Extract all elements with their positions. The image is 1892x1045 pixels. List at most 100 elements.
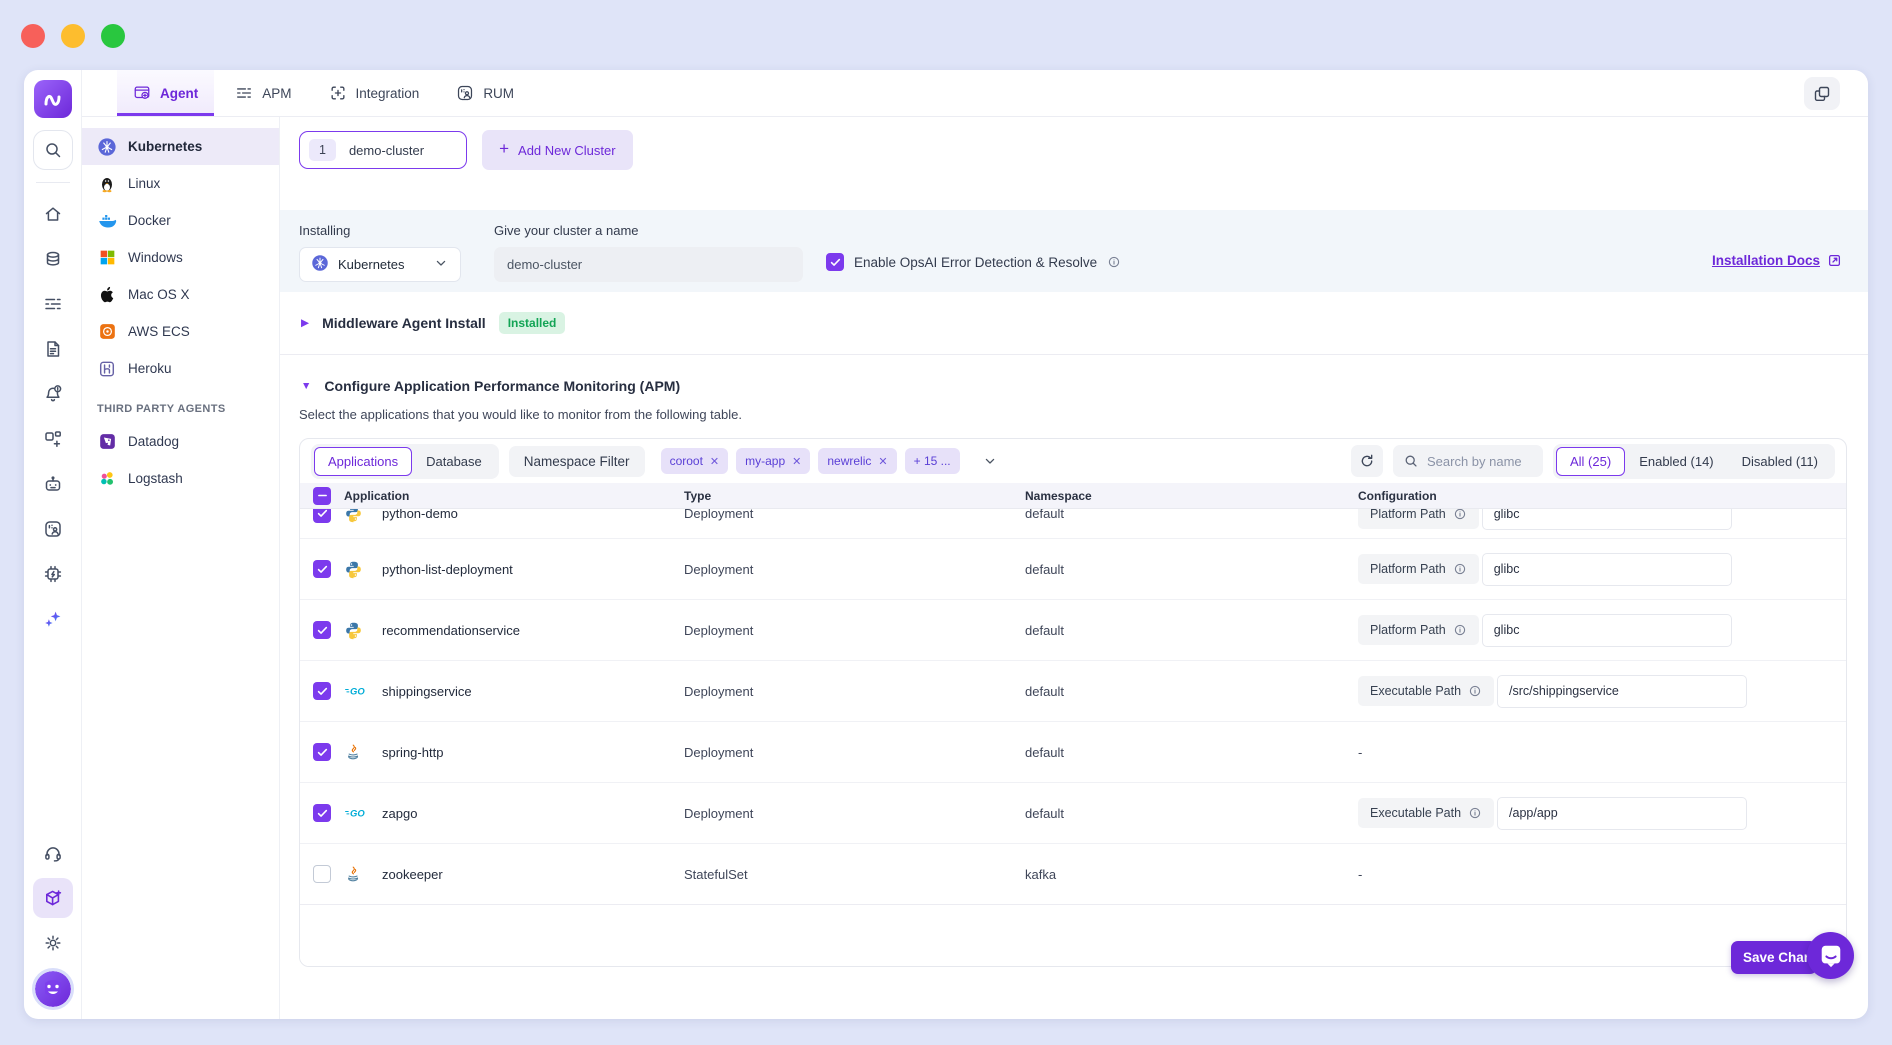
expand-triangle-icon[interactable]: ▼ bbox=[301, 380, 311, 392]
config-value-input[interactable] bbox=[1482, 509, 1732, 530]
application-type: Deployment bbox=[684, 562, 1025, 577]
view-tab-database[interactable]: Database bbox=[412, 447, 496, 476]
cluster-tab-label: demo-cluster bbox=[349, 143, 424, 158]
collapse-triangle-icon[interactable]: ▶ bbox=[301, 317, 309, 329]
cluster-tab[interactable]: 1 demo-cluster bbox=[299, 131, 467, 169]
table-row[interactable]: python-demoDeploymentdefaultPlatform Pat… bbox=[300, 509, 1846, 538]
sidebar-item-datadog[interactable]: Datadog bbox=[82, 423, 279, 460]
sidebar-item-aws-ecs[interactable]: AWS ECS bbox=[82, 313, 279, 350]
row-checkbox[interactable] bbox=[313, 804, 331, 822]
chevron-down-icon bbox=[433, 255, 449, 274]
table-row[interactable]: recommendationserviceDeploymentdefaultPl… bbox=[300, 599, 1846, 660]
cluster-name-input[interactable] bbox=[494, 247, 803, 282]
config-value-input[interactable] bbox=[1497, 675, 1747, 708]
install-box-icon[interactable] bbox=[33, 878, 73, 918]
namespace-filter-button[interactable]: Namespace Filter bbox=[509, 446, 645, 477]
sidebar-item-kubernetes[interactable]: Kubernetes bbox=[82, 128, 279, 165]
ai-sparkle-icon[interactable] bbox=[33, 599, 73, 639]
installation-docs-link[interactable]: Installation Docs bbox=[1712, 253, 1842, 268]
sidebar-item-windows[interactable]: Windows bbox=[82, 239, 279, 276]
intercom-chat-button[interactable] bbox=[1807, 932, 1854, 979]
user-avatar[interactable] bbox=[35, 971, 71, 1007]
remove-tag-icon[interactable]: ✕ bbox=[710, 455, 719, 468]
dashboards-icon[interactable] bbox=[33, 419, 73, 459]
config-type-chip: Platform Path bbox=[1358, 509, 1479, 529]
config-value-input[interactable] bbox=[1482, 614, 1732, 647]
logs-icon[interactable] bbox=[33, 329, 73, 369]
status-filter-disabled[interactable]: Disabled (11) bbox=[1728, 447, 1832, 476]
table-row[interactable]: GOzapgoDeploymentdefaultExecutable Path bbox=[300, 782, 1846, 843]
tab-apm[interactable]: APM bbox=[219, 70, 307, 116]
row-checkbox[interactable] bbox=[313, 509, 331, 523]
config-value-input[interactable] bbox=[1497, 797, 1747, 830]
config-value-input[interactable] bbox=[1482, 553, 1732, 586]
sidebar-item-mac-os-x[interactable]: Mac OS X bbox=[82, 276, 279, 313]
middleware-logo-icon[interactable] bbox=[34, 80, 72, 118]
application-type: Deployment bbox=[684, 509, 1025, 521]
home-icon[interactable] bbox=[33, 194, 73, 234]
rum-icon[interactable] bbox=[33, 509, 73, 549]
cluster-tab-index-badge: 1 bbox=[309, 139, 336, 161]
opsai-checkbox[interactable] bbox=[826, 253, 844, 271]
close-window-button[interactable] bbox=[21, 24, 45, 48]
remove-tag-icon[interactable]: ✕ bbox=[878, 455, 887, 468]
alerts-icon[interactable] bbox=[33, 374, 73, 414]
filter-tag-more[interactable]: + 15 ... bbox=[905, 448, 960, 474]
integration-tab-icon bbox=[329, 84, 347, 102]
bot-icon[interactable] bbox=[33, 464, 73, 504]
external-link-icon bbox=[1827, 253, 1842, 268]
filter-tag-coroot[interactable]: coroot ✕ bbox=[661, 448, 729, 474]
select-all-checkbox[interactable] bbox=[313, 487, 331, 505]
table-row[interactable]: GOshippingserviceDeploymentdefaultExecut… bbox=[300, 660, 1846, 721]
opsai-toggle-row: Enable OpsAI Error Detection & Resolve bbox=[826, 253, 1121, 271]
sidebar-item-docker[interactable]: Docker bbox=[82, 202, 279, 239]
platform-select[interactable]: Kubernetes bbox=[299, 247, 461, 282]
status-filter-all[interactable]: All (25) bbox=[1556, 447, 1625, 476]
search-icon[interactable] bbox=[33, 130, 73, 170]
filter-tag-newrelic[interactable]: newrelic ✕ bbox=[818, 448, 896, 474]
application-namespace: default bbox=[1025, 623, 1358, 638]
row-checkbox[interactable] bbox=[313, 560, 331, 578]
view-tab-applications[interactable]: Applications bbox=[314, 447, 412, 476]
row-checkbox[interactable] bbox=[313, 865, 331, 883]
table-row[interactable]: spring-httpDeploymentdefault- bbox=[300, 721, 1846, 782]
tab-rum[interactable]: RUM bbox=[440, 70, 530, 116]
application-namespace: default bbox=[1025, 562, 1358, 577]
apm-tab-icon bbox=[235, 84, 253, 102]
application-configuration: Executable Path bbox=[1358, 797, 1846, 830]
tab-agent[interactable]: Agent bbox=[117, 70, 214, 116]
add-new-cluster-button[interactable]: + Add New Cluster bbox=[482, 130, 632, 170]
apm-accordion-header[interactable]: ▼ Configure Application Performance Moni… bbox=[301, 378, 1868, 394]
headset-icon[interactable] bbox=[33, 833, 73, 873]
kubernetes-icon bbox=[311, 254, 329, 275]
chevron-down-icon[interactable] bbox=[982, 453, 998, 469]
aws-ecs-icon bbox=[97, 322, 117, 342]
sidebar-item-logstash[interactable]: Logstash bbox=[82, 460, 279, 497]
gear-icon[interactable] bbox=[33, 923, 73, 963]
table-row[interactable]: zookeeperStatefulSetkafka- bbox=[300, 843, 1846, 904]
tab-integration[interactable]: Integration bbox=[313, 70, 436, 116]
java-icon bbox=[344, 865, 382, 884]
filter-tag-my-app[interactable]: my-app ✕ bbox=[736, 448, 810, 474]
refresh-button[interactable] bbox=[1351, 445, 1383, 477]
chip-icon[interactable] bbox=[33, 554, 73, 594]
linux-icon bbox=[97, 174, 117, 194]
row-checkbox[interactable] bbox=[313, 743, 331, 761]
row-checkbox[interactable] bbox=[313, 621, 331, 639]
open-in-window-button[interactable] bbox=[1804, 77, 1840, 110]
apm-lines-icon[interactable] bbox=[33, 284, 73, 324]
save-changes-button[interactable]: Save Changes bbox=[1731, 941, 1817, 974]
sidebar-item-linux[interactable]: Linux bbox=[82, 165, 279, 202]
status-filter-enabled[interactable]: Enabled (14) bbox=[1625, 447, 1727, 476]
application-configuration: Platform Path bbox=[1358, 614, 1846, 647]
search-input[interactable] bbox=[1427, 454, 1533, 469]
agent-install-accordion[interactable]: ▶ Middleware Agent Install Installed bbox=[280, 292, 1868, 355]
sidebar-item-heroku[interactable]: Heroku bbox=[82, 350, 279, 387]
minimize-window-button[interactable] bbox=[61, 24, 85, 48]
row-checkbox[interactable] bbox=[313, 682, 331, 700]
remove-tag-icon[interactable]: ✕ bbox=[792, 455, 801, 468]
table-row[interactable]: python-list-deploymentDeploymentdefaultP… bbox=[300, 538, 1846, 599]
infrastructure-icon[interactable] bbox=[33, 239, 73, 279]
maximize-window-button[interactable] bbox=[101, 24, 125, 48]
application-name: zookeeper bbox=[382, 867, 684, 882]
